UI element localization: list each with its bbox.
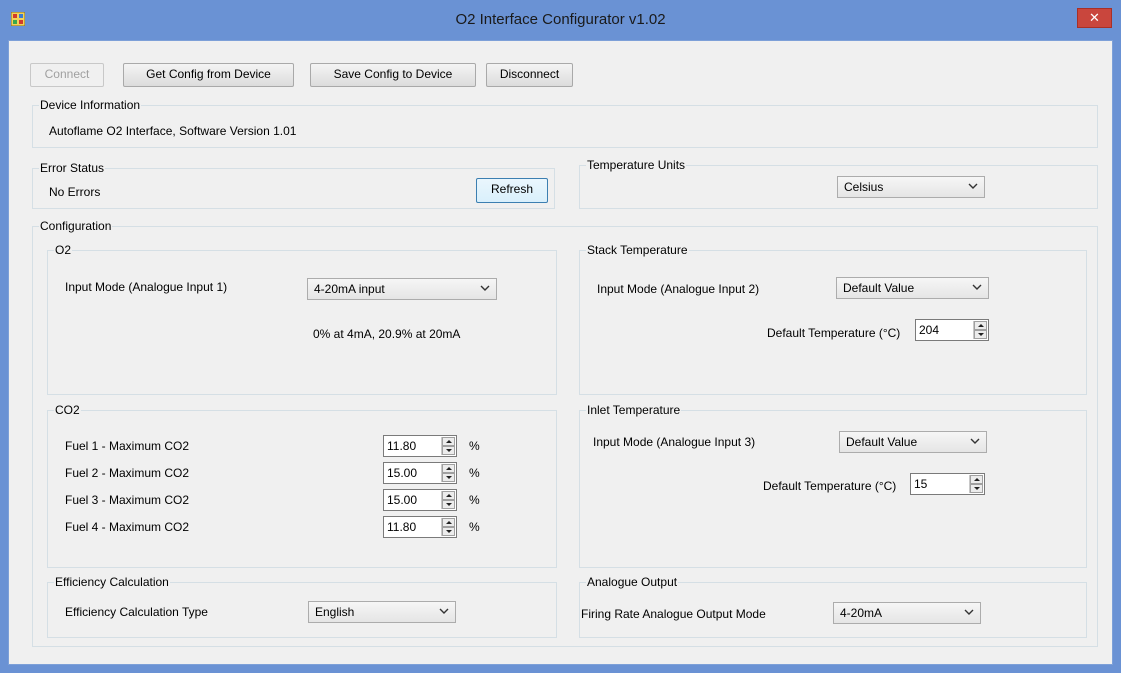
title-bar[interactable]: O2 Interface Configurator v1.02 ✕ [0, 0, 1121, 40]
inlet-default-temp-value: 15 [914, 477, 928, 491]
stack-temperature-title: Stack Temperature [586, 243, 689, 257]
stack-input-mode-label: Input Mode (Analogue Input 2) [597, 282, 760, 296]
co2-fuel1-value: 11.80 [387, 439, 417, 453]
co2-fuel1-unit: % [469, 439, 480, 453]
chevron-down-icon [972, 284, 982, 290]
close-icon: ✕ [1089, 10, 1100, 25]
co2-group: CO2 Fuel 1 - Maximum CO2 11.80 % Fuel 2 … [47, 403, 557, 568]
analogue-output-title: Analogue Output [586, 575, 679, 589]
co2-fuel3-unit: % [469, 493, 480, 507]
co2-fuel2-unit: % [469, 466, 480, 480]
stack-temperature-group: Stack Temperature Input Mode (Analogue I… [579, 243, 1087, 395]
save-config-button[interactable]: Save Config to Device [310, 63, 476, 87]
stack-default-temp-input[interactable]: 204 [915, 319, 989, 341]
spin-down-icon[interactable] [442, 527, 455, 536]
refresh-button[interactable]: Refresh [476, 178, 548, 203]
chevron-down-icon [964, 609, 974, 615]
spin-up-icon[interactable] [970, 475, 983, 484]
connect-button[interactable]: Connect [30, 63, 104, 87]
configuration-group: Configuration O2 Input Mode (Analogue In… [32, 219, 1098, 647]
co2-title: CO2 [54, 403, 81, 417]
spin-down-icon[interactable] [442, 446, 455, 455]
get-config-button[interactable]: Get Config from Device [123, 63, 294, 87]
spin-up-icon[interactable] [442, 518, 455, 527]
spin-up-icon[interactable] [974, 321, 987, 330]
o2-input-mode-value: 4-20mA input [314, 282, 385, 296]
configuration-title: Configuration [39, 219, 113, 233]
o2-input-mode-select[interactable]: 4-20mA input [307, 278, 497, 300]
device-info-text: Autoflame O2 Interface, Software Version… [49, 124, 297, 138]
temperature-units-value: Celsius [844, 180, 884, 194]
device-info-title: Device Information [39, 98, 142, 112]
temperature-units-group: Temperature Units Celsius [579, 158, 1098, 209]
co2-fuel4-label: Fuel 4 - Maximum CO2 [65, 520, 190, 534]
co2-fuel4-value: 11.80 [387, 520, 417, 534]
inlet-input-mode-select[interactable]: Default Value [839, 431, 987, 453]
close-button[interactable]: ✕ [1077, 8, 1112, 28]
co2-fuel1-input[interactable]: 11.80 [383, 435, 457, 457]
spin-down-icon[interactable] [442, 500, 455, 509]
efficiency-type-value: English [315, 605, 355, 619]
app-window: O2 Interface Configurator v1.02 ✕ Connec… [0, 0, 1121, 673]
temperature-units-select[interactable]: Celsius [837, 176, 985, 198]
co2-fuel2-value: 15.00 [387, 466, 418, 480]
co2-fuel2-input[interactable]: 15.00 [383, 462, 457, 484]
stack-default-temp-value: 204 [919, 323, 940, 337]
co2-fuel3-value: 15.00 [387, 493, 418, 507]
o2-title: O2 [54, 243, 73, 257]
spin-up-icon[interactable] [442, 491, 455, 500]
analogue-output-mode-value: 4-20mA [840, 606, 883, 620]
analogue-output-mode-select[interactable]: 4-20mA [833, 602, 981, 624]
inlet-default-temp-input[interactable]: 15 [910, 473, 985, 495]
chevron-down-icon [480, 285, 490, 291]
error-status-title: Error Status [39, 161, 106, 175]
temperature-units-title: Temperature Units [586, 158, 687, 172]
chevron-down-icon [439, 608, 449, 614]
co2-fuel3-input[interactable]: 15.00 [383, 489, 457, 511]
inlet-temp-stepper [969, 475, 983, 493]
disconnect-button[interactable]: Disconnect [486, 63, 573, 87]
co2-fuel3-stepper [441, 491, 455, 509]
inlet-default-temp-label: Default Temperature (°C) [763, 479, 897, 493]
analogue-output-group: Analogue Output Firing Rate Analogue Out… [579, 575, 1087, 638]
efficiency-title: Efficiency Calculation [54, 575, 170, 589]
co2-fuel4-input[interactable]: 11.80 [383, 516, 457, 538]
co2-fuel3-label: Fuel 3 - Maximum CO2 [65, 493, 190, 507]
stack-default-temp-label: Default Temperature (°C) [767, 326, 901, 340]
window-title: O2 Interface Configurator v1.02 [455, 11, 666, 28]
co2-fuel4-unit: % [469, 520, 480, 534]
error-status-group: Error Status No Errors Refresh [32, 161, 555, 209]
spin-up-icon[interactable] [442, 437, 455, 446]
co2-fuel4-stepper [441, 518, 455, 536]
efficiency-type-select[interactable]: English [308, 601, 456, 623]
o2-note: 0% at 4mA, 20.9% at 20mA [313, 327, 461, 341]
spin-down-icon[interactable] [970, 484, 983, 493]
client-area: Connect Get Config from Device Save Conf… [8, 40, 1113, 665]
stack-input-mode-value: Default Value [843, 281, 915, 295]
efficiency-type-label: Efficiency Calculation Type [65, 605, 208, 619]
chevron-down-icon [970, 438, 980, 444]
inlet-input-mode-label: Input Mode (Analogue Input 3) [593, 435, 756, 449]
co2-fuel1-stepper [441, 437, 455, 455]
o2-group: O2 Input Mode (Analogue Input 1) 4-20mA … [47, 243, 557, 395]
efficiency-group: Efficiency Calculation Efficiency Calcul… [47, 575, 557, 638]
inlet-temperature-group: Inlet Temperature Input Mode (Analogue I… [579, 403, 1087, 568]
stack-input-mode-select[interactable]: Default Value [836, 277, 989, 299]
spin-up-icon[interactable] [442, 464, 455, 473]
chevron-down-icon [968, 183, 978, 189]
co2-fuel2-stepper [441, 464, 455, 482]
spin-down-icon[interactable] [442, 473, 455, 482]
device-info-group: Device Information Autoflame O2 Interfac… [32, 98, 1098, 148]
analogue-output-mode-label: Firing Rate Analogue Output Mode [581, 607, 766, 621]
inlet-temperature-title: Inlet Temperature [586, 403, 682, 417]
inlet-input-mode-value: Default Value [846, 435, 918, 449]
stack-temp-stepper [973, 321, 987, 339]
co2-fuel1-label: Fuel 1 - Maximum CO2 [65, 439, 190, 453]
spin-down-icon[interactable] [974, 330, 987, 339]
error-status-text: No Errors [49, 185, 101, 199]
o2-input-mode-label: Input Mode (Analogue Input 1) [65, 280, 228, 294]
co2-fuel2-label: Fuel 2 - Maximum CO2 [65, 466, 190, 480]
